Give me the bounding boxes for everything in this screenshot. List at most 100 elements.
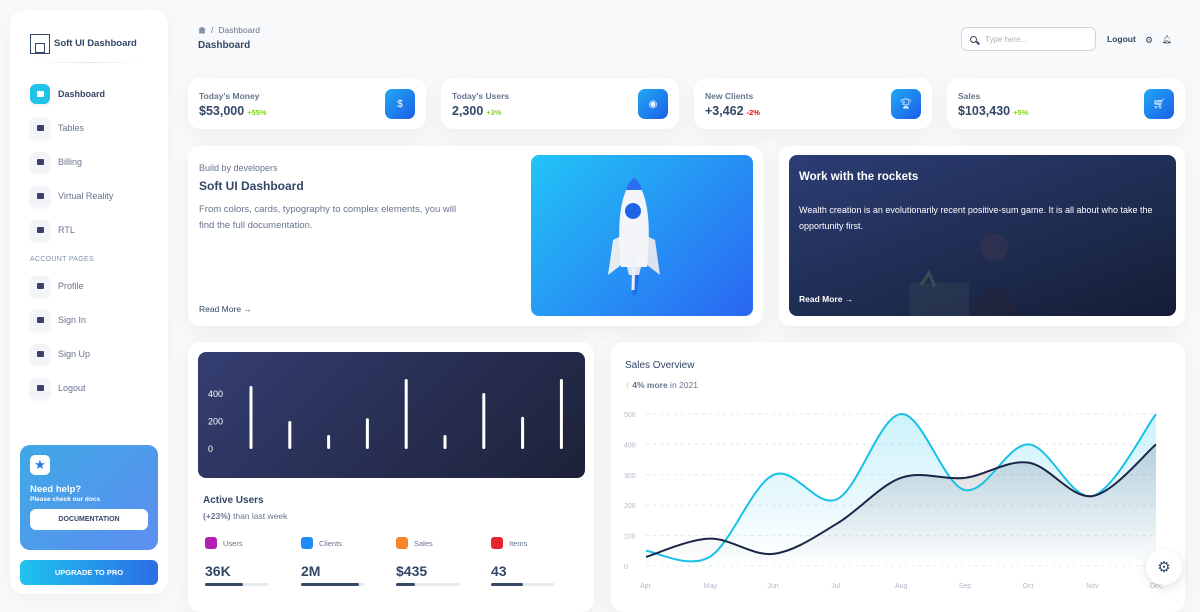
sales-overview-card: Sales Overview ↑ 4% more in 2021 0 100 200 3…: [611, 342, 1185, 612]
sidebar-item-label: Billing: [58, 157, 83, 167]
ytick-label: 200: [624, 503, 636, 510]
bar: [249, 386, 253, 449]
stat-card-money: Today's Money $53,000 +55% $: [188, 78, 426, 129]
bar: [443, 435, 447, 449]
sidebar-item-label: Profile: [58, 281, 84, 291]
breadcrumb: / Dashboard: [198, 25, 260, 35]
gear-icon[interactable]: ⚙: [1145, 35, 1153, 46]
sidebar-item-profile[interactable]: Profile: [10, 269, 168, 303]
metric-value: 2M: [301, 563, 321, 579]
metric-value: 36K: [205, 563, 231, 579]
bar-ytick-label: 200: [208, 416, 223, 426]
xtick-label: Sep: [959, 583, 972, 590]
active-users-subtitle: (+23%) than last week: [203, 511, 287, 521]
sidebar-item-sign-in[interactable]: Sign In: [10, 303, 168, 337]
spaceship-icon: [30, 344, 50, 364]
ytick-label: 0: [624, 564, 628, 571]
brand-logo-icon: [30, 33, 50, 54]
stat-value: $53,000 +55%: [199, 104, 267, 118]
work-card-text: Wealth creation is an evolutionarily rec…: [799, 205, 1153, 231]
sidebar-item-sign-up[interactable]: Sign Up: [10, 337, 168, 371]
metric-label: Sales: [414, 538, 433, 548]
active-users-suffix: than last week: [230, 511, 288, 521]
stat-change: -2%: [746, 108, 760, 117]
build-card-text: From colors, cards, typography to comple…: [199, 204, 457, 231]
ytick-label: 300: [624, 473, 636, 480]
xtick-label: May: [704, 583, 718, 590]
sales-line-chart: 0 100 200 300 400 500 Apr May Jun Jul Aug Sep Oct Nov…: [624, 412, 1163, 590]
money-coins-icon: $: [385, 89, 415, 119]
build-card: Build by developers Soft UI Dashboard Fr…: [188, 146, 763, 326]
build-card-subtitle: Build by developers: [199, 163, 278, 173]
shop-icon: [30, 84, 50, 104]
stat-change: +55%: [247, 108, 267, 117]
metric-items: Items 43: [491, 537, 571, 586]
bar: [559, 379, 563, 449]
metric-progress: [301, 583, 365, 586]
work-with-rockets-card: Work with the rockets Wealth creation is…: [779, 146, 1185, 326]
work-card-banner: Work with the rockets Wealth creation is…: [789, 155, 1176, 316]
brand-name: Soft UI Dashboard: [54, 38, 137, 49]
sidebar-item-dashboard[interactable]: Dashboard: [10, 77, 168, 111]
search-input[interactable]: [985, 34, 1085, 44]
sidebar-item-label: Sign In: [58, 315, 87, 325]
sidebar-nav: Dashboard Tables Billing Virtual Reality…: [10, 77, 168, 405]
metric-clicks: Clients 2M: [301, 537, 381, 586]
logout-link[interactable]: Logout: [1107, 34, 1136, 44]
stat-title: New Clients: [705, 91, 754, 101]
help-subtitle: Please check our docs: [30, 496, 101, 503]
clicks-icon: [301, 537, 313, 549]
read-more-link[interactable]: Read More →: [799, 294, 853, 304]
bar: [327, 435, 331, 449]
read-more-link[interactable]: Read More →: [199, 304, 252, 314]
stat-change: +3%: [486, 108, 502, 117]
sidebar: Soft UI Dashboard Dashboard Tables Billi…: [10, 10, 168, 594]
documentation-button[interactable]: DOCUMENTATION: [30, 509, 148, 530]
metric-progress: [396, 583, 460, 586]
stat-value-text: +3,462: [705, 104, 744, 118]
sidebar-item-tables[interactable]: Tables: [10, 111, 168, 145]
xtick-label: Aug: [895, 583, 908, 590]
ytick-label: 400: [624, 442, 636, 449]
stat-value: $103,430 +5%: [958, 104, 1028, 118]
stat-card-clients: New Clients +3,462 -2% 🏆︎: [694, 78, 932, 129]
sidebar-item-rtl[interactable]: RTL: [10, 213, 168, 247]
settings-tools-icon: [30, 220, 50, 240]
metric-progress-fill: [491, 583, 523, 586]
sidebar-item-label: Virtual Reality: [58, 191, 114, 201]
office-icon: [30, 118, 50, 138]
sidebar-item-virtual-reality[interactable]: Virtual Reality: [10, 179, 168, 213]
rocket-icon: [608, 177, 660, 296]
sidebar-item-billing[interactable]: Billing: [10, 145, 168, 179]
upgrade-to-pro-button[interactable]: UPGRADE TO PRO: [20, 560, 158, 585]
box-3d-icon: [30, 186, 50, 206]
ytick-label: 500: [624, 412, 636, 419]
cart-icon: 🛒︎: [1144, 89, 1174, 119]
settings-fab-gear-icon[interactable]: ⚙: [1146, 549, 1182, 585]
sidebar-item-label: Sign Up: [58, 349, 91, 359]
xtick-label: Oct: [1023, 583, 1034, 590]
items-icon: [491, 537, 503, 549]
sidebar-item-logout[interactable]: Logout: [10, 371, 168, 405]
stat-title: Sales: [958, 91, 981, 101]
stat-value: +3,462 -2%: [705, 104, 760, 118]
stat-value-text: $103,430: [958, 104, 1011, 118]
home-icon[interactable]: [198, 26, 206, 34]
sidebar-item-label: Logout: [58, 383, 86, 393]
metric-users: Users 36K: [205, 537, 285, 586]
credit-card-icon: [30, 152, 50, 172]
stat-value-text: $53,000: [199, 104, 245, 118]
bell-icon[interactable]: 🔔︎: [1162, 35, 1172, 44]
document-icon: [30, 310, 50, 330]
metric-progress-fill: [301, 583, 359, 586]
help-card: ★ Need help? Please check our docs DOCUM…: [20, 445, 158, 550]
metric-label: Users: [223, 538, 243, 548]
brand[interactable]: Soft UI Dashboard: [10, 10, 168, 62]
sales-icon: [396, 537, 408, 549]
search-box[interactable]: [961, 27, 1096, 51]
stat-card-users: Today's Users 2,300 +3% ◉: [441, 78, 679, 129]
bar-chart: 0 200 400: [198, 352, 585, 478]
xtick-label: Jul: [831, 583, 840, 590]
customer-support-icon: [30, 276, 50, 296]
bar-ytick-label: 400: [208, 389, 223, 399]
